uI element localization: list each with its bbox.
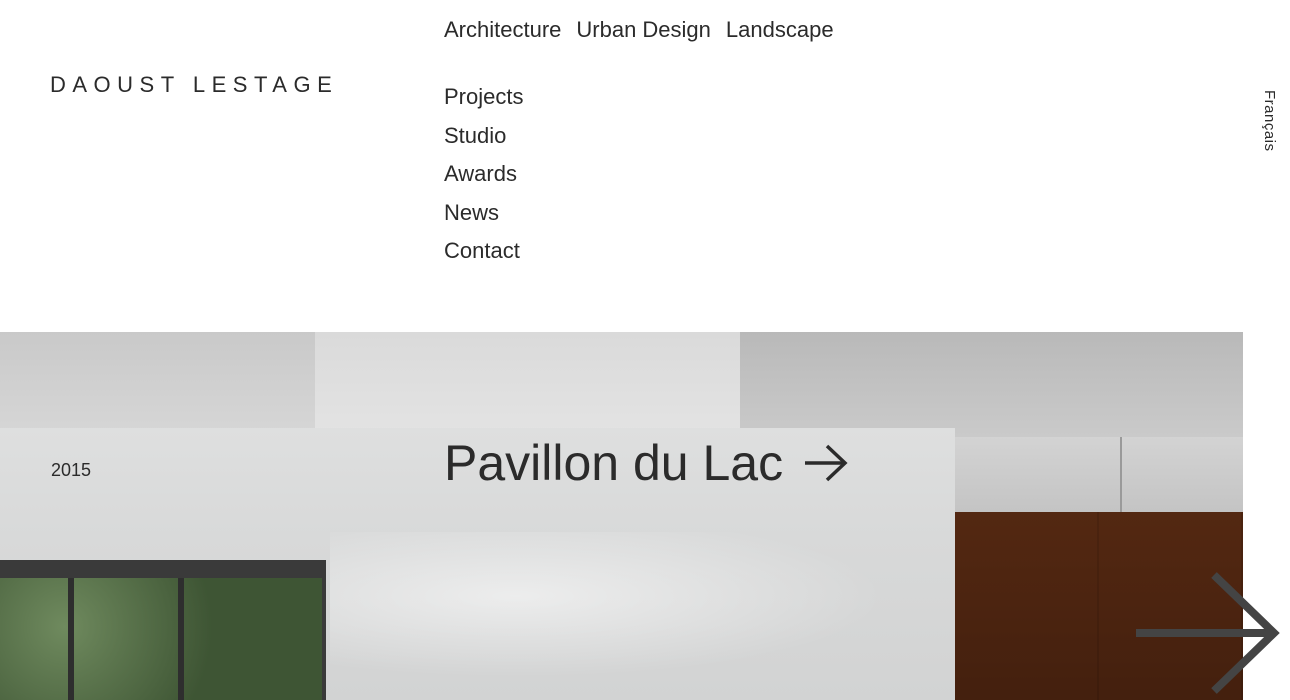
nav-urban-design[interactable]: Urban Design [576,16,711,44]
window-mullion [178,578,184,700]
project-year: 2015 [51,460,92,480]
logo[interactable]: DAOUST LESTAGE [50,72,338,98]
window-mullion [68,578,74,700]
nav-news[interactable]: News [444,194,523,233]
window-frame [0,560,326,700]
window-view [0,578,322,700]
next-slide-arrow-icon[interactable] [1136,572,1281,694]
ceiling-panel [315,332,740,432]
beam [955,437,1243,512]
nav-contact[interactable]: Contact [444,232,523,271]
hero-image[interactable]: 2015 Pavillon du Lac [0,332,1243,700]
ceiling-panel [0,332,315,432]
nav-studio[interactable]: Studio [444,117,523,156]
nav-landscape[interactable]: Landscape [726,16,834,44]
discipline-nav: Architecture Urban Design Landscape [444,16,834,44]
nav-projects[interactable]: Projects [444,78,523,117]
arrow-right-icon [805,444,848,482]
ceiling-panel [740,332,1243,437]
language-switch[interactable]: Français [1258,90,1278,152]
main-nav: Projects Studio Awards News Contact [444,78,523,271]
beam-joint [1120,437,1122,512]
project-title-link[interactable]: Pavillon du Lac [444,432,849,494]
wall-reflection [330,532,950,692]
project-title: Pavillon du Lac [444,435,784,491]
nav-architecture[interactable]: Architecture [444,16,561,44]
nav-awards[interactable]: Awards [444,155,523,194]
